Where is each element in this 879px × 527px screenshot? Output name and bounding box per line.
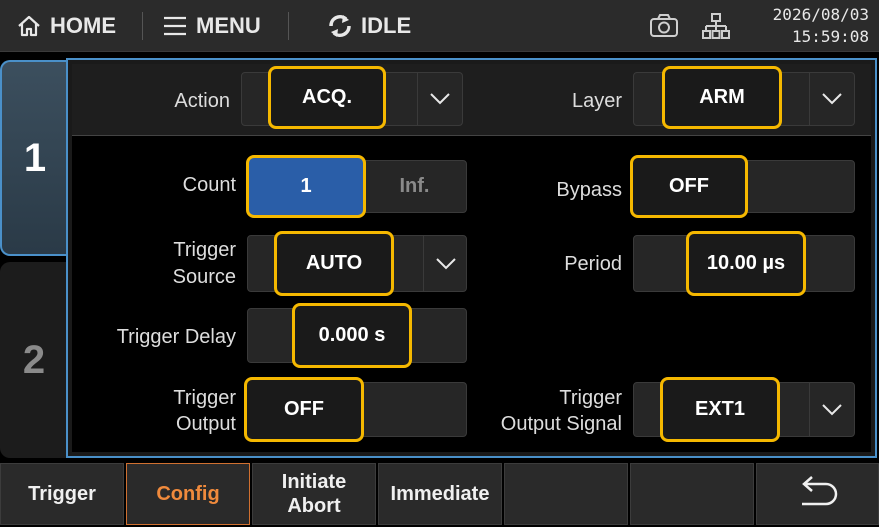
screenshot-button[interactable] bbox=[648, 0, 680, 52]
layer-value[interactable]: ARM bbox=[662, 66, 782, 129]
softkey-trigger[interactable]: Trigger bbox=[0, 463, 124, 525]
abort-label: Abort bbox=[287, 495, 341, 517]
trigger-delay-value[interactable]: 0.000 s bbox=[292, 303, 412, 368]
period-value[interactable]: 10.00 µs bbox=[686, 231, 806, 296]
home-icon bbox=[18, 15, 40, 37]
chevron-down-icon bbox=[430, 93, 450, 105]
trigger-output-label-line1: Trigger bbox=[173, 387, 236, 409]
camera-icon bbox=[650, 14, 678, 37]
trigger-output-signal-label-line2: Output Signal bbox=[500, 413, 622, 435]
menu-button[interactable]: MENU bbox=[162, 0, 261, 52]
chevron-down-icon bbox=[822, 403, 842, 415]
trigger-output-label-line2: Output bbox=[175, 413, 236, 435]
trigger-output-signal-label-line1: Trigger bbox=[559, 387, 622, 409]
bypass-label: Bypass bbox=[556, 179, 622, 201]
period-label: Period bbox=[564, 253, 622, 275]
back-arrow-icon bbox=[801, 476, 837, 506]
top-bar: HOME MENU IDLE 2026/08/03 15:59:08 bbox=[0, 0, 879, 52]
tab-2[interactable]: 2 bbox=[0, 262, 68, 458]
tab-1-label: 1 bbox=[23, 135, 47, 180]
trigger-delay-label: Trigger Delay bbox=[116, 326, 236, 348]
action-label: Action bbox=[174, 90, 230, 112]
time-text: 15:59:08 bbox=[791, 27, 869, 46]
softkey-empty-2[interactable] bbox=[630, 463, 754, 525]
separator bbox=[288, 12, 289, 40]
bypass-value[interactable]: OFF bbox=[630, 155, 748, 218]
hamburger-icon bbox=[164, 16, 186, 36]
network-status[interactable] bbox=[702, 0, 730, 52]
status-label: IDLE bbox=[361, 13, 412, 38]
home-button[interactable]: HOME bbox=[16, 0, 116, 52]
network-icon bbox=[702, 13, 730, 39]
layer-dropdown[interactable] bbox=[809, 73, 854, 125]
chevron-down-icon bbox=[436, 257, 456, 269]
menu-label: MENU bbox=[196, 13, 261, 38]
action-value[interactable]: ACQ. bbox=[268, 66, 386, 129]
tab-2-label: 2 bbox=[22, 337, 46, 382]
trigger-source-dropdown[interactable] bbox=[423, 236, 468, 291]
trigger-output-value[interactable]: OFF bbox=[244, 377, 364, 442]
date-text: 2026/08/03 bbox=[772, 5, 869, 24]
trigger-source-value[interactable]: AUTO bbox=[274, 231, 394, 296]
back-button[interactable] bbox=[756, 463, 879, 525]
initiate-label: Initiate bbox=[281, 471, 347, 493]
trigger-source-label-line1: Trigger bbox=[173, 239, 236, 261]
home-label: HOME bbox=[50, 13, 116, 38]
softkey-initiate-abort[interactable]: Initiate Abort bbox=[252, 463, 376, 525]
trigger-source-label-line2: Source bbox=[172, 266, 236, 288]
trigger-output-signal-value[interactable]: EXT1 bbox=[660, 377, 780, 442]
run-status: IDLE bbox=[325, 0, 411, 52]
softkey-immediate[interactable]: Immediate bbox=[378, 463, 502, 525]
softkey-empty-1[interactable] bbox=[504, 463, 628, 525]
layer-label: Layer bbox=[571, 90, 622, 112]
refresh-icon bbox=[329, 14, 351, 38]
action-dropdown[interactable] bbox=[417, 73, 462, 125]
datetime: 2026/08/03 15:59:08 bbox=[773, 4, 869, 48]
separator bbox=[142, 12, 143, 40]
count-label: Count bbox=[182, 174, 236, 196]
count-value-button[interactable]: 1 bbox=[246, 155, 366, 218]
softkey-config[interactable]: Config bbox=[126, 463, 250, 525]
count-inf-button[interactable]: Inf. bbox=[362, 160, 467, 213]
chevron-down-icon bbox=[822, 93, 842, 105]
trigger-output-signal-dropdown[interactable] bbox=[809, 383, 854, 436]
tab-1[interactable]: 1 bbox=[0, 60, 68, 256]
